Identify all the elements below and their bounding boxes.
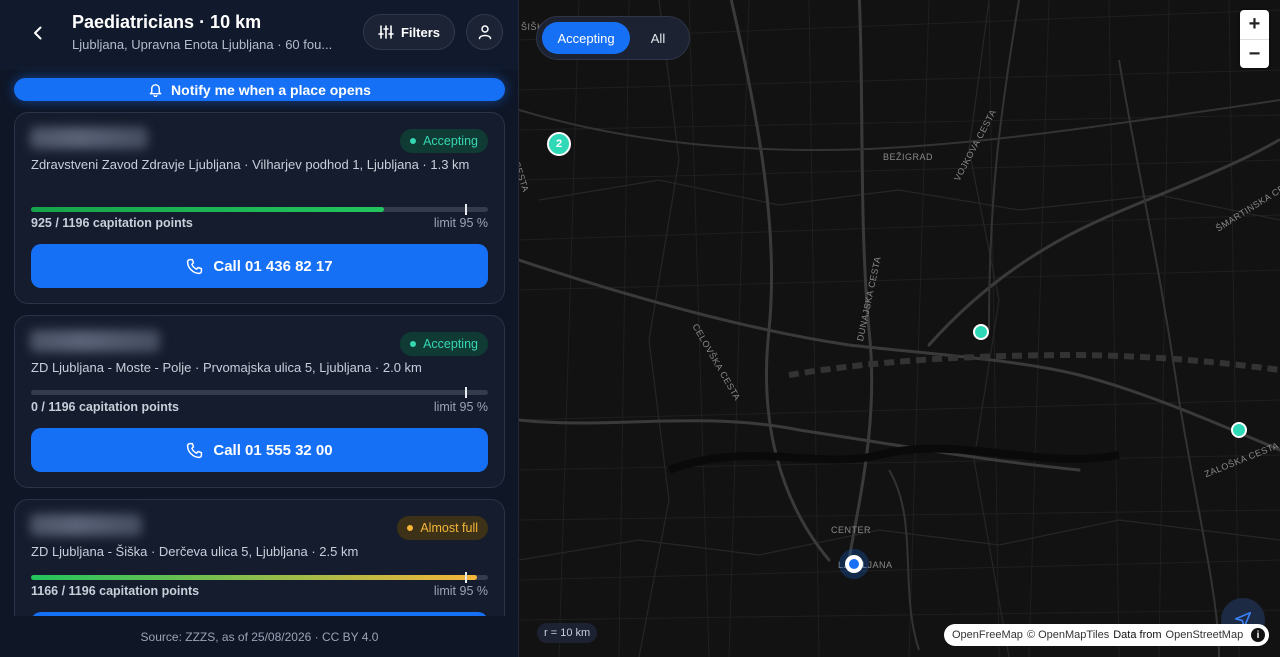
- map-attribution: OpenFreeMap © OpenMapTiles Data from Ope…: [944, 624, 1269, 646]
- result-card[interactable]: Almost full ZD Ljubljana - Šiška · Derče…: [14, 499, 505, 616]
- call-label: Call 01 555 32 00: [213, 441, 333, 459]
- chevron-left-icon: [34, 26, 42, 40]
- filters-label: Filters: [400, 24, 440, 40]
- status-label: Almost full: [420, 521, 478, 535]
- map-label-bezigrad: BEŽIGRAD: [883, 152, 934, 162]
- status-dot-icon: [407, 525, 414, 531]
- user-location-dot: [849, 559, 859, 569]
- toggle-accepting[interactable]: Accepting: [542, 22, 630, 54]
- limit-text: limit 95 %: [433, 584, 488, 598]
- limit-text: limit 95 %: [433, 216, 488, 230]
- availability-toggle[interactable]: Accepting All: [536, 16, 690, 60]
- card-address: ZD Ljubljana - Moste - Polje · Prvomajsk…: [31, 360, 422, 375]
- card-address: Zdravstveni Zavod Zdravje Ljubljana · Vi…: [31, 157, 470, 172]
- map-label-center: CENTER: [831, 525, 872, 535]
- map-tiles: [519, 0, 1280, 657]
- bell-icon: [149, 84, 162, 97]
- call-button[interactable]: Call 01 436 82 17: [31, 244, 488, 288]
- page-title: Paediatricians · 10 km: [72, 12, 262, 32]
- capacity-bar: [31, 204, 488, 215]
- data-from-text: Data from: [1113, 629, 1162, 641]
- capacity-fill: [31, 207, 385, 212]
- limit-marker: [465, 572, 468, 583]
- limit-marker: [465, 204, 468, 215]
- capitation-points: 1166 / 1196 capitation points: [31, 584, 200, 598]
- card-address: ZD Ljubljana - Šiška · Derčeva ulica 5, …: [31, 544, 359, 559]
- source-footer: Source: ZZZS, as of 25/08/2026 · CC BY 4…: [0, 616, 518, 657]
- capacity-bar: [31, 387, 488, 398]
- practitioner-name-blurred: [30, 514, 142, 536]
- practice-marker[interactable]: [1231, 422, 1247, 438]
- radius-label: r = 10 km: [537, 623, 598, 643]
- map-view[interactable]: BEŽIGRAD VOJKOVA CESTA ŠMARTINSKA CESTA …: [519, 0, 1280, 657]
- sidebar-header: Paediatricians · 10 km Ljubljana, Upravn…: [0, 0, 518, 70]
- practitioner-name-blurred: [30, 330, 160, 352]
- cluster-marker[interactable]: 2: [547, 132, 571, 156]
- status-dot-icon: [410, 341, 417, 347]
- capacity-bar: [31, 572, 488, 583]
- results-list[interactable]: Accepting Zdravstveni Zavod Zdravje Ljub…: [0, 112, 518, 616]
- toggle-all[interactable]: All: [636, 22, 680, 54]
- zoom-out-button[interactable]: −: [1240, 39, 1269, 68]
- info-icon[interactable]: i: [1251, 628, 1265, 642]
- zoom-controls: + −: [1240, 10, 1269, 68]
- phone-icon: [187, 442, 203, 458]
- call-label: Call 01 436 82 17: [213, 257, 333, 275]
- status-badge: Accepting: [400, 129, 488, 153]
- user-location-marker: [845, 555, 863, 573]
- practitioner-name-blurred: [30, 127, 148, 149]
- limit-text: limit 95 %: [433, 400, 488, 414]
- practice-marker[interactable]: [973, 324, 989, 340]
- openfreemap-link[interactable]: OpenFreeMap: [952, 629, 1023, 641]
- location-subtitle: Ljubljana, Upravna Enota Ljubljana · 60 …: [72, 37, 333, 52]
- sliders-icon: [378, 25, 394, 39]
- notify-label: Notify me when a place opens: [171, 81, 371, 98]
- account-button[interactable]: [466, 14, 503, 50]
- result-card[interactable]: Accepting ZD Ljubljana - Moste - Polje ·…: [14, 315, 505, 488]
- call-button[interactable]: Call 01 555 32 00: [31, 428, 488, 472]
- app: Paediatricians · 10 km Ljubljana, Upravn…: [0, 0, 1280, 657]
- status-badge: Accepting: [400, 332, 488, 356]
- capitation-points: 0 / 1196 capitation points: [31, 400, 179, 414]
- status-label: Accepting: [423, 134, 478, 148]
- status-badge: Almost full: [397, 516, 488, 540]
- filters-button[interactable]: Filters: [363, 14, 455, 50]
- status-label: Accepting: [423, 337, 478, 351]
- openmaptiles-link[interactable]: © OpenMapTiles: [1027, 629, 1109, 641]
- openstreetmap-link[interactable]: OpenStreetMap: [1166, 629, 1244, 641]
- capacity-fill: [31, 575, 477, 580]
- limit-marker: [465, 387, 468, 398]
- result-card[interactable]: Accepting Zdravstveni Zavod Zdravje Ljub…: [14, 112, 505, 304]
- phone-icon: [187, 258, 203, 274]
- back-button[interactable]: [22, 18, 54, 48]
- notify-button[interactable]: Notify me when a place opens: [14, 78, 505, 101]
- zoom-in-button[interactable]: +: [1240, 10, 1269, 39]
- results-sidebar: Paediatricians · 10 km Ljubljana, Upravn…: [0, 0, 519, 657]
- status-dot-icon: [410, 138, 417, 144]
- user-icon: [478, 25, 491, 40]
- capitation-points: 925 / 1196 capitation points: [31, 216, 193, 230]
